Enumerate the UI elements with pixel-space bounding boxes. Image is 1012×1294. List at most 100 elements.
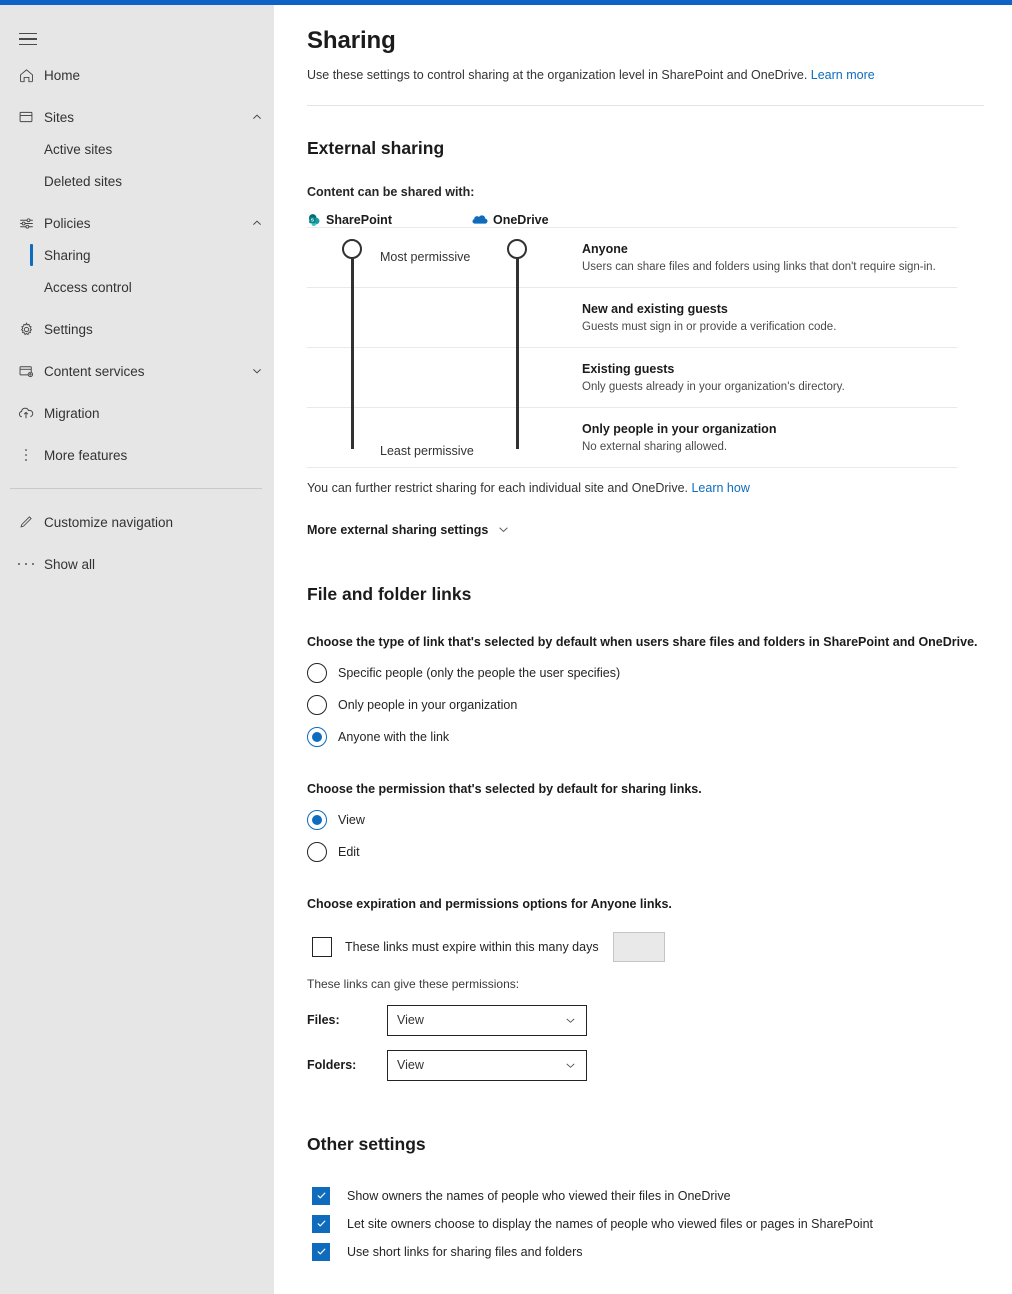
expiration-prompt: Choose expiration and permissions option… xyxy=(307,896,672,911)
radio-permission-edit[interactable]: Edit xyxy=(307,841,1012,862)
onedrive-column-header: OneDrive xyxy=(472,213,549,227)
matrix-level-description: Only people in your organization No exte… xyxy=(582,408,957,467)
matrix-note xyxy=(380,348,472,407)
files-permission-value: View xyxy=(397,1013,424,1027)
matrix-spacer xyxy=(472,228,582,287)
slider-handle[interactable] xyxy=(507,238,527,259)
level-description: Users can share files and folders using … xyxy=(582,261,936,274)
service-column-headers: S SharePoint OneDrive xyxy=(307,213,957,227)
radio-only-people-in-your-organization[interactable]: Only people in your organization xyxy=(307,694,1012,715)
sidebar-item-deleted-sites[interactable]: Deleted sites xyxy=(0,165,274,197)
expiration-days-input[interactable] xyxy=(612,931,665,962)
sidebar-item-sharing[interactable]: Sharing xyxy=(0,239,274,271)
home-icon xyxy=(8,67,44,84)
radio-button-selected[interactable] xyxy=(307,809,327,830)
checkbox-show-owners-names-onedrive[interactable]: Show owners the names of people who view… xyxy=(312,1182,1012,1210)
level-title: Anyone xyxy=(582,241,628,256)
sharepoint-icon: S xyxy=(307,213,321,227)
radio-button[interactable] xyxy=(307,694,327,715)
slider-column xyxy=(307,348,380,407)
radio-anyone-with-the-link[interactable]: Anyone with the link xyxy=(307,726,1012,747)
level-description: No external sharing allowed. xyxy=(582,441,728,454)
menu-toggle-button[interactable] xyxy=(10,21,46,57)
folders-label: Folders: xyxy=(307,1058,357,1072)
radio-label: View xyxy=(338,812,365,827)
external-sharing-heading: External sharing xyxy=(307,137,445,158)
expiration-checkbox-label: These links must expire within this many… xyxy=(345,939,599,954)
chevron-down-icon[interactable] xyxy=(240,365,274,377)
sidebar-item-label: More features xyxy=(44,447,128,463)
menu-icon xyxy=(19,29,37,50)
permissions-note: These links can give these permissions: xyxy=(307,976,520,991)
sidebar-item-migration[interactable]: Migration xyxy=(0,397,274,429)
checkbox-use-short-links[interactable]: Use short links for sharing files and fo… xyxy=(312,1238,1012,1266)
radio-label: Only people in your organization xyxy=(338,697,518,712)
checkbox-checked[interactable] xyxy=(312,1214,330,1233)
sidebar-item-more-features[interactable]: More features xyxy=(0,439,274,471)
matrix-level-description: Existing guests Only guests already in y… xyxy=(582,348,957,407)
radio-label: Specific people (only the people the use… xyxy=(338,665,621,680)
sidebar-item-label: Settings xyxy=(44,321,93,337)
radio-label: Anyone with the link xyxy=(338,729,450,744)
onedrive-icon xyxy=(472,213,488,226)
sharepoint-admin-sharing-page: Home Sites Active sites Deleted sites Po… xyxy=(0,0,1012,1294)
sidebar-item-label: Customize navigation xyxy=(44,514,174,530)
radio-button[interactable] xyxy=(307,662,327,683)
radio-button[interactable] xyxy=(307,841,327,862)
radio-permission-view[interactable]: View xyxy=(307,809,1012,830)
gear-icon xyxy=(8,321,44,338)
sidebar-item-access-control[interactable]: Access control xyxy=(0,271,274,303)
other-settings-list: Show owners the names of people who view… xyxy=(307,1182,1012,1266)
sidebar-item-content-services[interactable]: Content services xyxy=(0,355,274,387)
matrix-level-description: New and existing guests Guests must sign… xyxy=(582,288,957,347)
policies-icon xyxy=(8,215,44,232)
files-permission-select[interactable]: View xyxy=(387,1004,587,1036)
radio-button-selected[interactable] xyxy=(307,726,327,747)
main-content: Sharing Use these settings to control sh… xyxy=(274,5,1012,1294)
matrix-note xyxy=(380,288,472,347)
sidebar-item-policies[interactable]: Policies xyxy=(0,207,274,239)
more-external-sharing-settings-toggle[interactable]: More external sharing settings xyxy=(307,523,510,537)
expiration-setting-row: These links must expire within this many… xyxy=(307,931,1012,962)
sidebar-item-settings[interactable]: Settings xyxy=(0,313,274,345)
folders-permission-select[interactable]: View xyxy=(387,1049,587,1081)
checkbox-let-site-owners-display-names-sharepoint[interactable]: Let site owners choose to display the na… xyxy=(312,1210,1012,1238)
content-services-icon xyxy=(8,363,44,380)
learn-more-link[interactable]: Learn more xyxy=(811,68,875,82)
page-description: Use these settings to control sharing at… xyxy=(307,67,1012,84)
chevron-up-icon[interactable] xyxy=(240,111,274,123)
sidebar-item-sites[interactable]: Sites xyxy=(0,101,274,133)
slider-track xyxy=(516,249,519,449)
slider-column xyxy=(307,288,380,347)
restrict-note-text: You can further restrict sharing for eac… xyxy=(307,480,688,495)
sidebar-item-label: Access control xyxy=(44,279,132,295)
learn-how-link[interactable]: Learn how xyxy=(691,481,749,495)
sidebar-item-home[interactable]: Home xyxy=(0,59,274,91)
expiration-checkbox[interactable] xyxy=(312,936,332,957)
chevron-down-icon xyxy=(564,1014,577,1027)
level-title: Existing guests xyxy=(582,361,675,376)
checkbox-label: Let site owners choose to display the na… xyxy=(347,1216,874,1231)
sharepoint-label: SharePoint xyxy=(326,212,392,227)
checkbox-checked[interactable] xyxy=(312,1186,330,1205)
slider-track xyxy=(351,249,354,449)
matrix-row-existing-guests: Existing guests Only guests already in y… xyxy=(307,348,957,408)
folders-permission-row: Folders: View xyxy=(307,1049,1012,1081)
radio-specific-people[interactable]: Specific people (only the people the use… xyxy=(307,662,1012,683)
slider-handle[interactable] xyxy=(342,238,362,259)
checkbox-checked[interactable] xyxy=(312,1242,330,1261)
chevron-up-icon[interactable] xyxy=(240,217,274,229)
sidebar-item-customize-navigation[interactable]: Customize navigation xyxy=(0,506,274,538)
radio-label: Edit xyxy=(338,844,360,859)
level-title: New and existing guests xyxy=(582,301,728,316)
level-description: Guests must sign in or provide a verific… xyxy=(582,321,837,334)
sidebar-item-show-all[interactable]: Show all xyxy=(0,548,274,580)
matrix-spacer xyxy=(472,288,582,347)
sidebar-item-label: Migration xyxy=(44,405,100,421)
sidebar-item-active-sites[interactable]: Active sites xyxy=(0,133,274,165)
more-external-sharing-settings-label: More external sharing settings xyxy=(307,522,489,537)
